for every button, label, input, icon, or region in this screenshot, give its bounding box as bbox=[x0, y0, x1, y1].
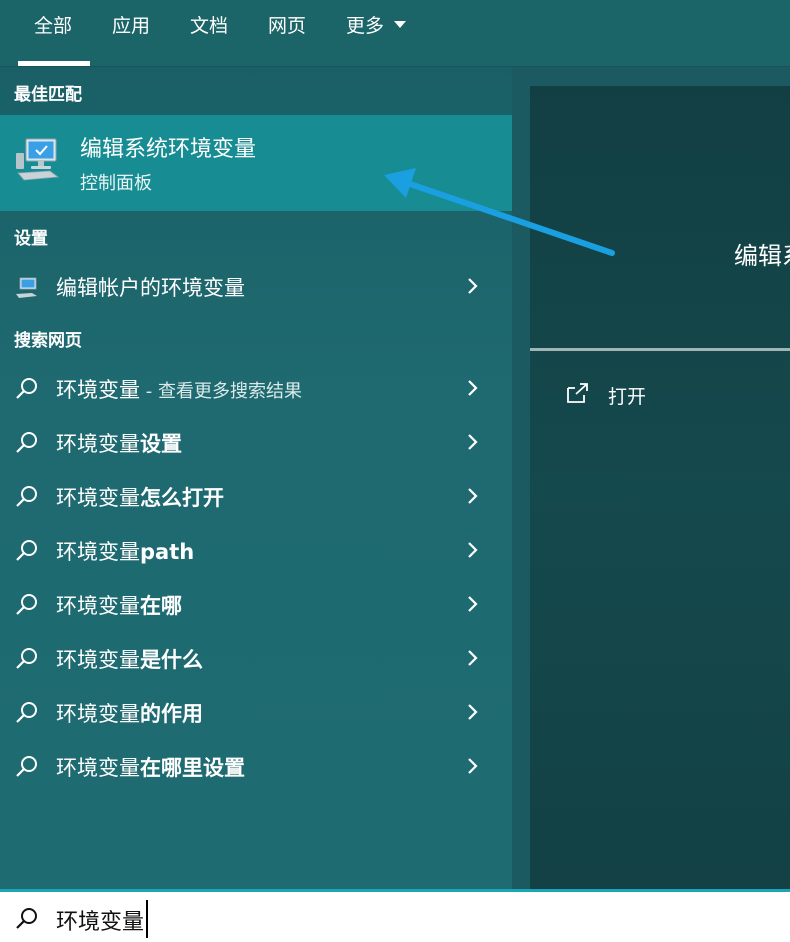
preview-panel: 编辑系 打开 bbox=[530, 86, 790, 889]
results-panel: 最佳匹配 编辑系统环境变量 控制面板 设置 编辑帐户的环境变量 搜索网页 环境变… bbox=[0, 67, 512, 889]
search-icon bbox=[16, 594, 37, 615]
best-match-subtitle: 控制面板 bbox=[80, 173, 152, 194]
chevron-down-icon bbox=[394, 21, 407, 28]
settings-computer-icon bbox=[16, 277, 37, 298]
tab-web-label: 网页 bbox=[268, 15, 307, 37]
tab-more-label: 更多 bbox=[346, 15, 385, 37]
web-result-query: 环境变量 bbox=[56, 486, 140, 510]
tab-apps[interactable]: 应用 bbox=[112, 0, 150, 66]
tab-documents[interactable]: 文档 bbox=[190, 0, 228, 66]
web-result-suggestion: 的作用 bbox=[140, 702, 203, 726]
search-icon bbox=[16, 648, 37, 669]
web-search-heading: 搜索网页 bbox=[14, 331, 82, 351]
web-result-5[interactable]: 环境变量是什么 bbox=[0, 632, 512, 684]
open-label: 打开 bbox=[608, 386, 647, 408]
settings-item-label: 编辑帐户的环境变量 bbox=[56, 276, 245, 300]
settings-heading: 设置 bbox=[14, 229, 48, 249]
web-result-query: 环境变量 bbox=[56, 432, 140, 456]
web-result-more: - 查看更多搜索结果 bbox=[140, 381, 302, 402]
web-result-query: 环境变量 bbox=[56, 540, 140, 564]
chevron-right-icon bbox=[468, 650, 478, 666]
chevron-right-icon bbox=[468, 488, 478, 504]
search-icon bbox=[16, 378, 37, 399]
preview-divider bbox=[530, 348, 790, 351]
search-bar: 环境变量 bbox=[0, 889, 790, 942]
chevron-right-icon bbox=[468, 704, 478, 720]
web-result-7[interactable]: 环境变量在哪里设置 bbox=[0, 740, 512, 792]
chevron-right-icon bbox=[468, 380, 478, 396]
chevron-right-icon bbox=[468, 278, 478, 294]
search-icon bbox=[16, 908, 37, 929]
best-match-item[interactable]: 编辑系统环境变量 控制面板 bbox=[0, 115, 512, 211]
web-result-1[interactable]: 环境变量设置 bbox=[0, 416, 512, 468]
web-result-query: 环境变量 bbox=[56, 378, 140, 402]
web-result-6[interactable]: 环境变量的作用 bbox=[0, 686, 512, 738]
tab-documents-label: 文档 bbox=[190, 15, 229, 37]
web-result-suggestion: 在哪里设置 bbox=[140, 756, 245, 780]
web-result-0[interactable]: 环境变量 - 查看更多搜索结果 bbox=[0, 362, 512, 414]
chevron-right-icon bbox=[468, 758, 478, 774]
search-icon bbox=[16, 432, 37, 453]
web-result-suggestion: 怎么打开 bbox=[140, 486, 224, 510]
web-result-4[interactable]: 环境变量在哪 bbox=[0, 578, 512, 630]
chevron-right-icon bbox=[468, 596, 478, 612]
search-icon bbox=[16, 756, 37, 777]
open-external-icon bbox=[567, 383, 588, 403]
web-result-suggestion: path bbox=[140, 540, 195, 564]
tab-more[interactable]: 更多 bbox=[346, 0, 407, 66]
search-icon bbox=[16, 540, 37, 561]
web-result-query: 环境变量 bbox=[56, 702, 140, 726]
search-input[interactable]: 环境变量 bbox=[56, 904, 144, 936]
computer-icon bbox=[16, 138, 60, 181]
chevron-right-icon bbox=[468, 434, 478, 450]
tab-all[interactable]: 全部 bbox=[17, 0, 91, 66]
tab-all-label: 全部 bbox=[34, 15, 73, 37]
tab-web[interactable]: 网页 bbox=[268, 0, 306, 66]
search-icon bbox=[16, 702, 37, 723]
tab-apps-label: 应用 bbox=[112, 15, 151, 37]
best-match-title: 编辑系统环境变量 bbox=[80, 137, 257, 162]
chevron-right-icon bbox=[468, 542, 478, 558]
web-result-3[interactable]: 环境变量path bbox=[0, 524, 512, 576]
search-scope-tabs: 全部 应用 文档 网页 更多 bbox=[0, 0, 790, 67]
web-result-2[interactable]: 环境变量怎么打开 bbox=[0, 470, 512, 522]
web-result-query: 环境变量 bbox=[56, 648, 140, 672]
web-result-suggestion: 设置 bbox=[140, 432, 182, 456]
settings-item-edit-account-env[interactable]: 编辑帐户的环境变量 bbox=[0, 260, 512, 312]
open-action[interactable]: 打开 bbox=[530, 374, 790, 414]
web-result-query: 环境变量 bbox=[56, 594, 140, 618]
web-result-query: 环境变量 bbox=[56, 756, 140, 780]
web-result-suggestion: 在哪 bbox=[140, 594, 182, 618]
search-icon bbox=[16, 486, 37, 507]
text-cursor bbox=[146, 900, 148, 938]
best-match-heading: 最佳匹配 bbox=[14, 85, 82, 105]
web-result-suggestion: 是什么 bbox=[140, 648, 203, 672]
preview-title: 编辑系 bbox=[734, 242, 790, 270]
